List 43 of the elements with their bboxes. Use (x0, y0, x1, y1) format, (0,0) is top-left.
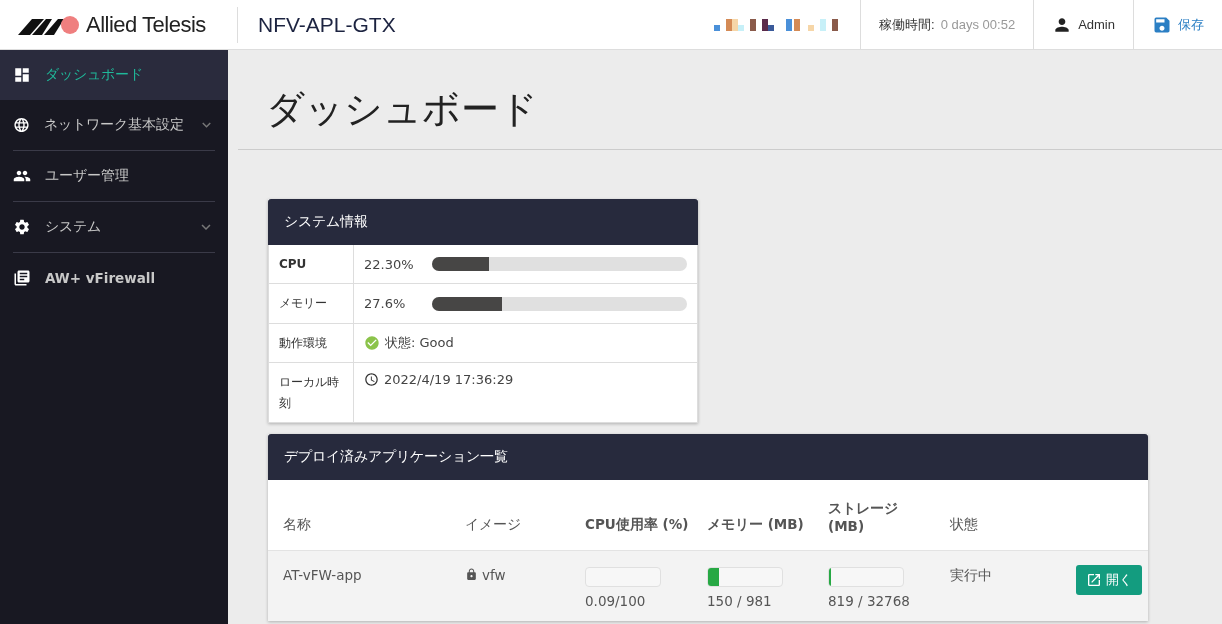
row-label: 動作環境 (268, 323, 354, 364)
column-header: メモリー (MB) (707, 515, 804, 534)
uptime-value: 0 days 00:52 (940, 17, 1016, 32)
card-title: システム情報 (268, 199, 698, 245)
app-state: 実行中 (950, 566, 993, 585)
sidebar-item[interactable]: AW+ vFirewall (0, 253, 228, 303)
column-header: 状態 (950, 515, 978, 534)
settings-icon (13, 218, 31, 236)
column-header: 名称 (283, 515, 311, 534)
app-name: AT-vFW-app (283, 566, 363, 583)
device-name: NFV-APL-GTX (258, 12, 396, 37)
row-label: メモリー (268, 284, 354, 324)
clock-icon (364, 372, 379, 388)
row-label: ローカル時刻 (268, 363, 354, 423)
sidebar-item[interactable]: ユーザー管理 (0, 151, 228, 201)
usage-text: 819 / 32768 (828, 592, 911, 609)
dashboard-icon (13, 66, 31, 84)
row-label: CPU (268, 245, 354, 285)
sidebar-item[interactable]: ネットワーク基本設定 (0, 100, 228, 150)
globe-icon (13, 116, 30, 134)
sidebar-item[interactable]: システム (0, 202, 228, 252)
brand-name: Allied Telesis (86, 11, 206, 38)
usage-text: 0.09/100 (585, 592, 647, 609)
column-header: ストレージ (MB) (828, 499, 899, 534)
external-link-icon (1086, 571, 1102, 588)
row-value: 22.30% (364, 256, 415, 272)
lock-icon (465, 568, 478, 582)
save-link[interactable]: 保存 (1178, 15, 1204, 34)
image-name: vfw (482, 566, 506, 583)
check-icon (364, 334, 380, 351)
card-title: デプロイ済みアプリケーション一覧 (268, 433, 1148, 480)
column-header: イメージ (465, 515, 521, 534)
user-menu[interactable]: Admin (1078, 17, 1115, 32)
row-value: 状態: Good (385, 333, 454, 352)
row-value: 27.6% (364, 296, 407, 312)
row-value: 2022/4/19 17:36:29 (384, 372, 514, 388)
sidebar-item[interactable]: ダッシュボード (0, 50, 228, 100)
logo-icon (18, 14, 80, 35)
page-title: ダッシュボード (238, 50, 1222, 150)
usage-text: 150 / 981 (707, 592, 773, 609)
column-header: CPU使用率 (%) (585, 515, 689, 534)
stacked-pages-icon (13, 269, 31, 287)
uptime-label: 稼働時間: (879, 15, 935, 34)
